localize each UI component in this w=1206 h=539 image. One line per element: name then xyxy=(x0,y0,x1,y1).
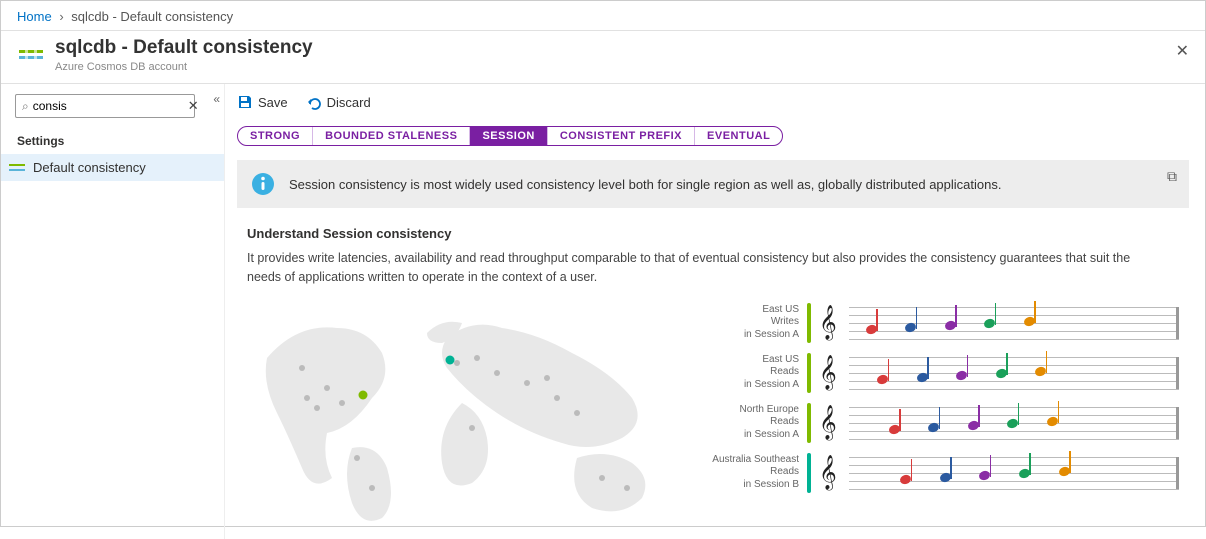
save-icon xyxy=(237,94,253,110)
sidebar-item-label: Default consistency xyxy=(33,160,146,175)
clear-search-icon[interactable]: ✕ xyxy=(188,98,199,114)
stave-label: Australia SoutheastReadsin Session B xyxy=(707,454,799,492)
info-text: Session consistency is most widely used … xyxy=(289,177,1001,192)
music-note xyxy=(956,371,968,383)
treble-clef-icon: 𝄞 xyxy=(819,358,841,388)
consistency-level-selector: STRONG BOUNDED STALENESS SESSION CONSIST… xyxy=(237,126,783,146)
music-note xyxy=(928,423,940,435)
toolbar: Save Discard xyxy=(237,94,1189,120)
session-color-bar xyxy=(807,353,811,393)
music-note xyxy=(889,425,901,437)
consistency-icon xyxy=(17,41,45,69)
pill-consistent-prefix[interactable]: CONSISTENT PREFIX xyxy=(548,127,695,145)
world-map xyxy=(247,303,677,523)
undo-icon xyxy=(306,94,322,110)
music-note xyxy=(984,319,996,331)
info-banner: Session consistency is most widely used … xyxy=(237,160,1189,208)
sidebar-item-default-consistency[interactable]: Default consistency xyxy=(1,154,224,181)
music-note xyxy=(866,325,878,337)
discard-button[interactable]: Discard xyxy=(306,94,371,110)
search-input[interactable] xyxy=(33,99,188,113)
stave-row: East USWritesin Session A 𝄞 xyxy=(707,303,1179,343)
blade-header: sqlcdb - Default consistency Azure Cosmo… xyxy=(1,31,1205,84)
pill-bounded-staleness[interactable]: BOUNDED STALENESS xyxy=(313,127,470,145)
sidebar-section-settings: Settings xyxy=(17,134,224,148)
music-note xyxy=(877,375,889,387)
map-marker-north-europe xyxy=(446,355,455,364)
session-color-bar xyxy=(807,303,811,343)
stave-label: East USReadsin Session A xyxy=(707,354,799,392)
external-link-icon[interactable]: ⧉ xyxy=(1167,168,1177,185)
breadcrumb-home[interactable]: Home xyxy=(17,9,52,24)
sidebar-search[interactable]: ⌕ ✕ xyxy=(15,94,195,118)
stave xyxy=(849,353,1179,393)
pill-session[interactable]: SESSION xyxy=(470,127,547,145)
pill-eventual[interactable]: EVENTUAL xyxy=(695,127,782,145)
music-note xyxy=(900,475,912,487)
info-icon xyxy=(251,172,275,196)
music-note xyxy=(940,473,952,485)
treble-clef-icon: 𝄞 xyxy=(819,408,841,438)
stave-label: North EuropeReadsin Session A xyxy=(707,404,799,442)
save-button[interactable]: Save xyxy=(237,94,288,110)
blade-subtitle: Azure Cosmos DB account xyxy=(55,61,313,73)
music-note xyxy=(1024,317,1036,329)
music-note xyxy=(979,471,991,483)
music-note xyxy=(996,369,1008,381)
music-note xyxy=(968,421,980,433)
content-body: It provides write latencies, availabilit… xyxy=(247,249,1167,287)
stave-row: North EuropeReadsin Session A 𝄞 xyxy=(707,403,1179,443)
session-color-bar xyxy=(807,453,811,493)
music-note xyxy=(1035,367,1047,379)
sidebar: « ⌕ ✕ Settings Default consistency xyxy=(1,84,225,539)
session-color-bar xyxy=(807,403,811,443)
stave-row: East USReadsin Session A 𝄞 xyxy=(707,353,1179,393)
search-icon: ⌕ xyxy=(22,99,29,114)
breadcrumb-current: sqlcdb - Default consistency xyxy=(71,9,233,24)
visualization: East USWritesin Session A𝄞East USReadsin… xyxy=(247,303,1179,523)
stave-row: Australia SoutheastReadsin Session B 𝄞 xyxy=(707,453,1179,493)
stave xyxy=(849,403,1179,443)
stave-label: East USWritesin Session A xyxy=(707,304,799,342)
music-note xyxy=(905,323,917,335)
map-marker-east-us xyxy=(359,390,368,399)
music-note xyxy=(1007,419,1019,431)
blade-title: sqlcdb - Default consistency xyxy=(55,37,313,59)
stave xyxy=(849,303,1179,343)
main-content: Save Discard STRONG BOUNDED STALENESS SE… xyxy=(225,84,1205,539)
music-note xyxy=(1059,467,1071,479)
treble-clef-icon: 𝄞 xyxy=(819,458,841,488)
treble-clef-icon: 𝄞 xyxy=(819,308,841,338)
stave xyxy=(849,453,1179,493)
consistency-item-icon xyxy=(9,162,25,174)
breadcrumb-separator: › xyxy=(59,9,63,24)
music-note xyxy=(1019,469,1031,481)
music-note xyxy=(1047,417,1059,429)
music-note xyxy=(917,373,929,385)
pill-strong[interactable]: STRONG xyxy=(238,127,313,145)
content-heading: Understand Session consistency xyxy=(247,226,1179,241)
breadcrumb: Home › sqlcdb - Default consistency xyxy=(1,1,1205,31)
consistency-staves: East USWritesin Session A𝄞East USReadsin… xyxy=(707,303,1179,493)
collapse-sidebar-icon[interactable]: « xyxy=(213,92,220,106)
close-icon[interactable]: ✕ xyxy=(1176,41,1189,61)
music-note xyxy=(945,321,957,333)
